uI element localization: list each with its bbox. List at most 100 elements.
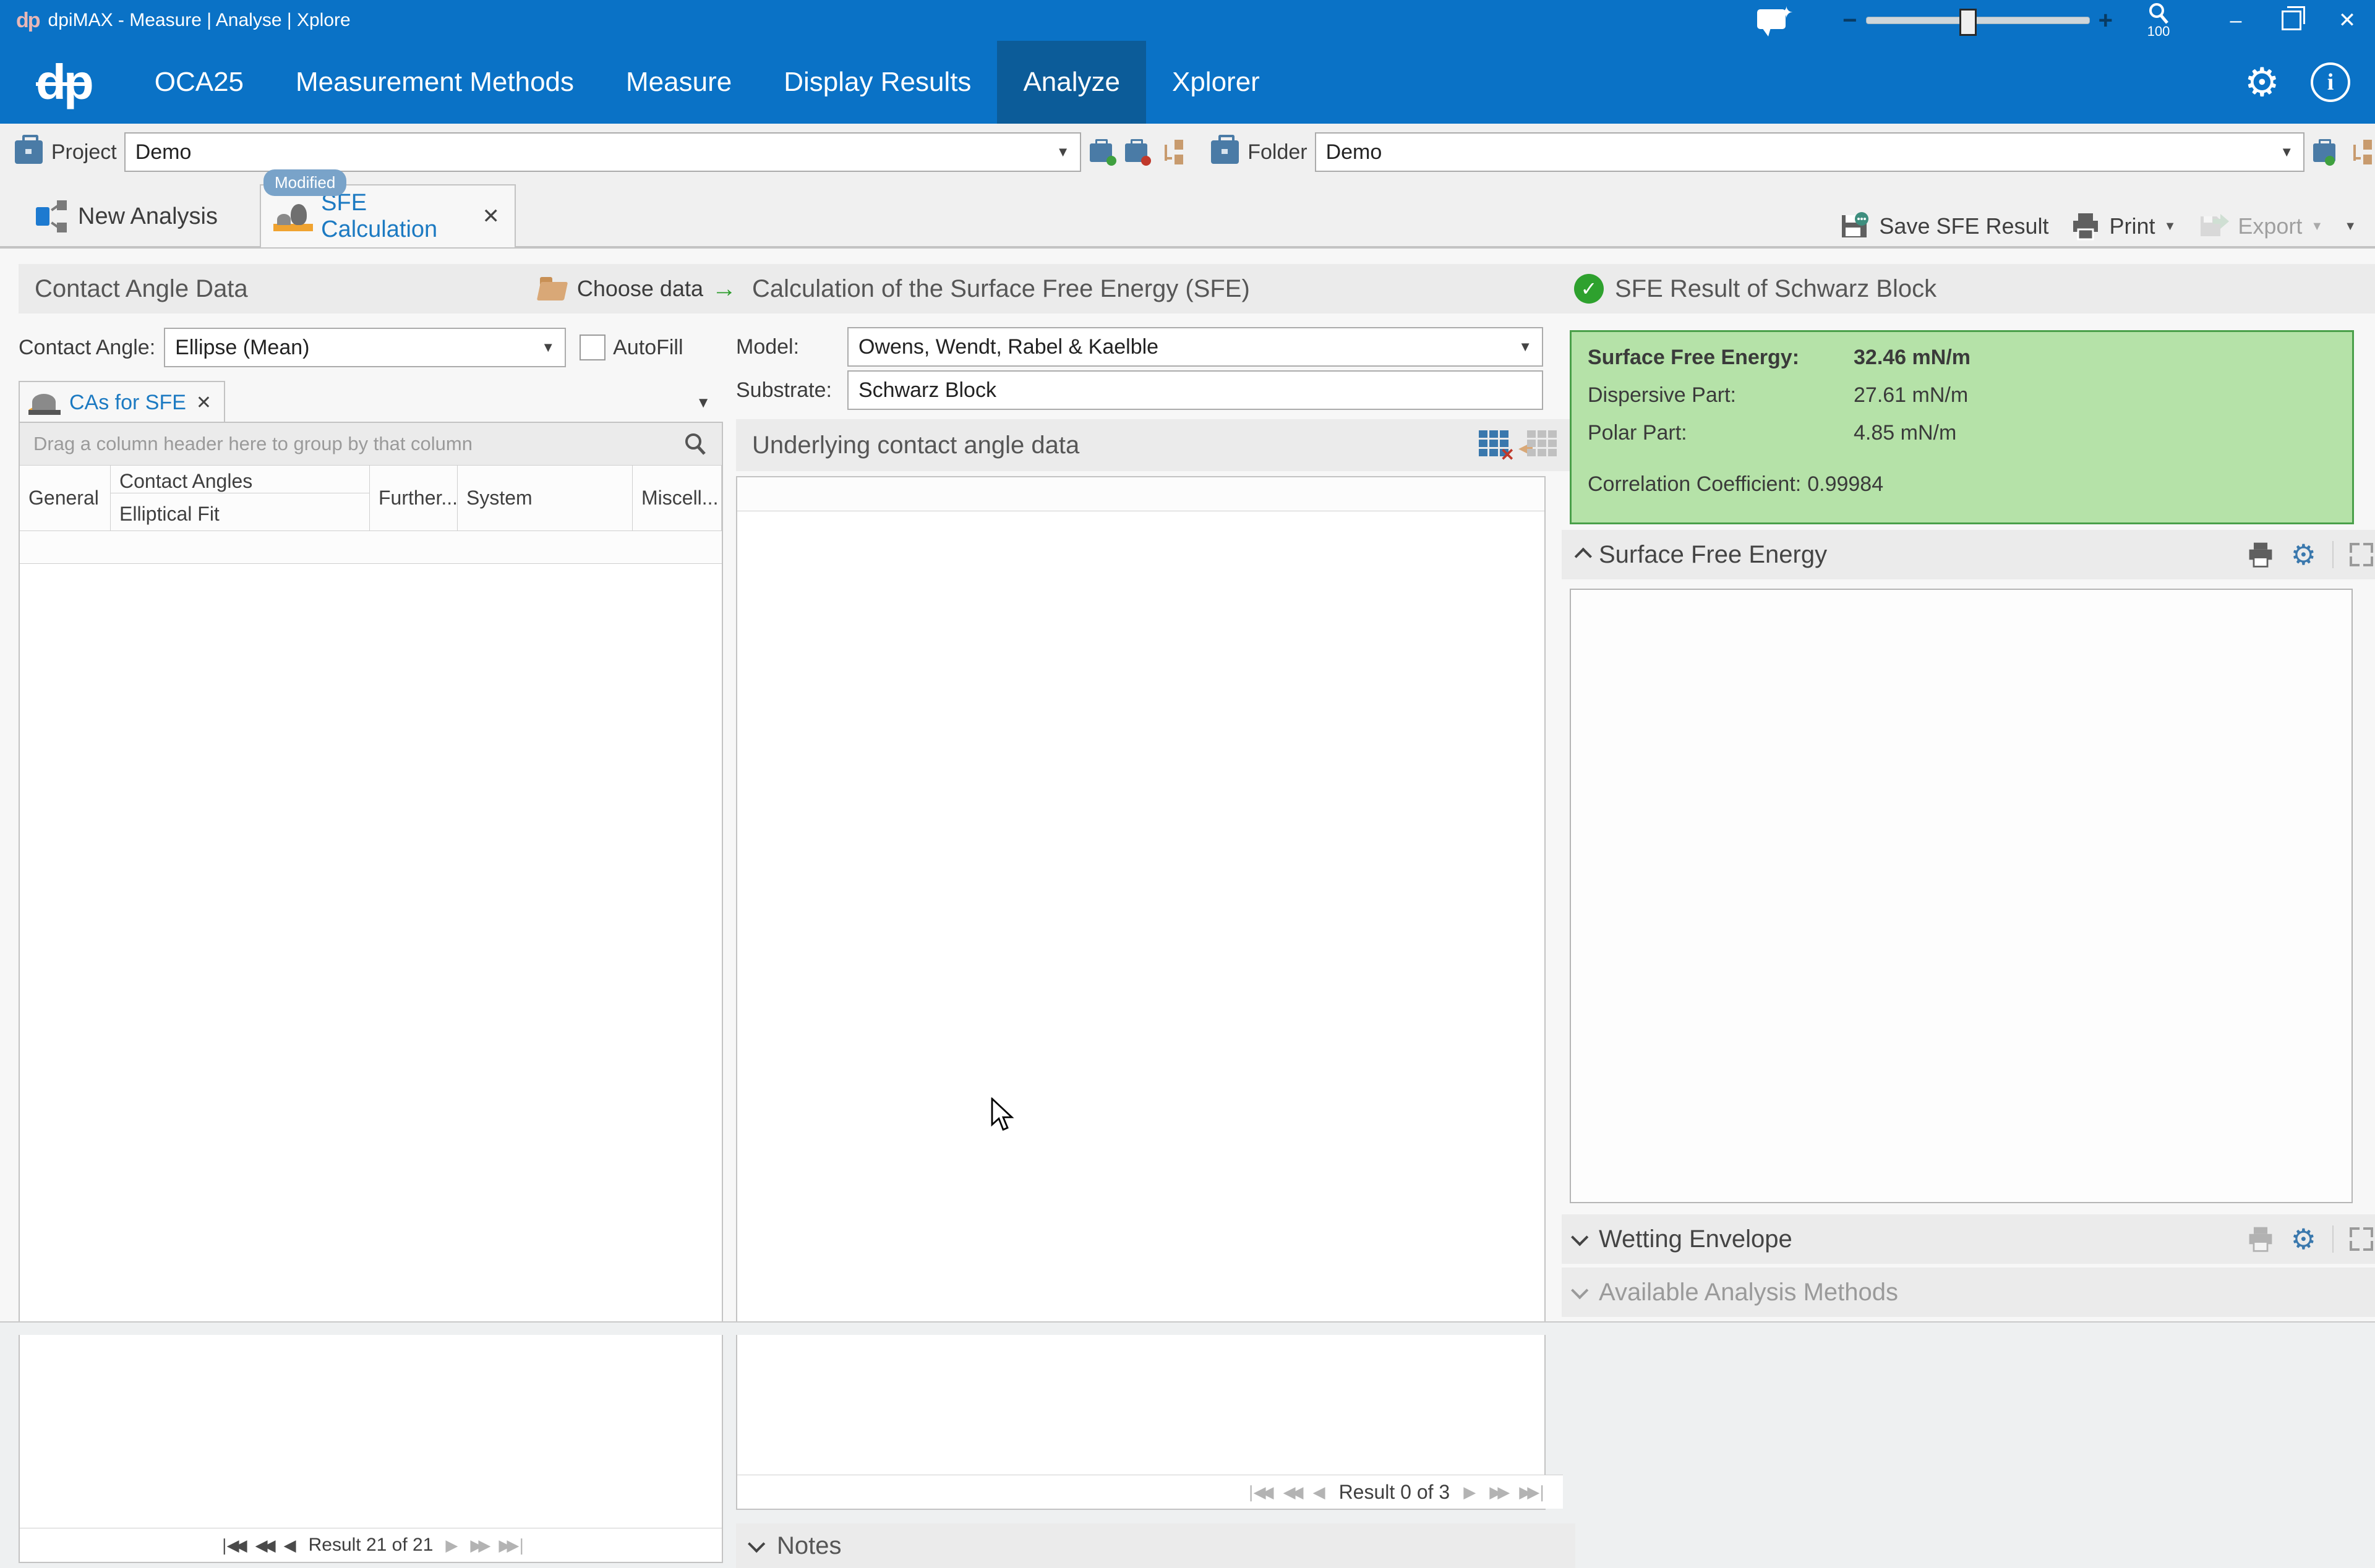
last-page-icon[interactable]: ▶▶❘ xyxy=(1519,1483,1544,1502)
group-misc[interactable]: Miscell... xyxy=(633,466,722,530)
group-by-bar[interactable]: Drag a column header here to group by th… xyxy=(20,423,722,466)
group-contact-angles[interactable]: Contact Angles Elliptical Fit xyxy=(111,466,370,530)
model-combobox[interactable]: Owens, Wendt, Rabel & Kaelble▼ xyxy=(847,327,1543,367)
delete-project-icon[interactable] xyxy=(1125,138,1152,166)
surface-free-energy-section[interactable]: Surface Free Energy ⚙ xyxy=(1562,530,2375,579)
notes-section[interactable]: Notes xyxy=(736,1523,1575,1568)
remove-liquid-icon[interactable]: ✕ xyxy=(1479,430,1511,460)
dispersive-value: 27.61 mN/m xyxy=(1854,383,1968,407)
restore-button[interactable] xyxy=(2264,0,2319,41)
project-combobox[interactable]: Demo▼ xyxy=(124,132,1081,172)
next-page-icon[interactable]: ▶ xyxy=(445,1536,458,1555)
info-icon[interactable]: i xyxy=(2311,62,2350,102)
substrate-input[interactable]: Schwarz Block xyxy=(847,370,1543,410)
nav-item-measure[interactable]: Measure xyxy=(600,41,758,124)
autofill-checkbox[interactable] xyxy=(580,334,606,360)
chevron-up-icon xyxy=(1575,548,1592,565)
group-further[interactable]: Further... xyxy=(370,466,458,530)
liquid-column-headers[interactable] xyxy=(737,477,1544,511)
zoom-level[interactable]: 100 xyxy=(2146,1,2171,40)
prev-fast-icon[interactable]: ◀◀ xyxy=(255,1536,272,1555)
prev-page-icon[interactable]: ◀ xyxy=(284,1536,296,1555)
last-page-icon[interactable]: ▶▶❘ xyxy=(499,1536,524,1555)
group-elliptical-fit-label[interactable]: Elliptical Fit xyxy=(111,503,369,526)
nav-item-display-results[interactable]: Display Results xyxy=(758,41,997,124)
chart-fullscreen-icon[interactable] xyxy=(2350,543,2373,566)
contact-angle-data-title: Contact Angle Data xyxy=(35,275,248,303)
sfe-calculation-title: Calculation of the Surface Free Energy (… xyxy=(752,275,1250,303)
prev-fast-icon[interactable]: ◀◀ xyxy=(1283,1483,1299,1502)
prev-page-icon[interactable]: ◀ xyxy=(1313,1483,1325,1502)
column-group-header[interactable]: General Contact Angles Elliptical Fit Fu… xyxy=(20,466,722,531)
nav-item-measurement-methods[interactable]: Measurement Methods xyxy=(270,41,600,124)
contact-angle-drop-icon xyxy=(28,390,61,415)
zoom-out-button[interactable]: − xyxy=(1842,7,1857,35)
feedback-icon[interactable]: ✦ xyxy=(1757,7,1791,34)
contact-angle-table: Drag a column header here to group by th… xyxy=(19,422,723,1563)
column-header-row[interactable] xyxy=(20,531,722,564)
nav-item-oca25[interactable]: OCA25 xyxy=(129,41,270,124)
next-fast-icon[interactable]: ▶▶ xyxy=(470,1536,486,1555)
nav-item-xplorer[interactable]: Xplorer xyxy=(1146,41,1286,124)
titlebar: dp dpiMAX - Measure | Analyse | Xplore ✦… xyxy=(0,0,2375,41)
sfe-calculation-header: Calculation of the Surface Free Energy (… xyxy=(736,264,1575,313)
wetting-print-icon[interactable] xyxy=(2246,1225,2275,1253)
toolbar-overflow-icon[interactable]: ▼ xyxy=(2344,219,2356,234)
folder-tree-icon[interactable] xyxy=(2348,138,2375,166)
sfe-result-header: ✓ SFE Result of Schwarz Block xyxy=(1562,264,2375,313)
wetting-envelope-section[interactable]: Wetting Envelope ⚙ xyxy=(1562,1214,2375,1264)
project-tree-icon[interactable] xyxy=(1160,138,1186,166)
save-icon xyxy=(1838,210,1870,242)
tab-close-icon[interactable]: ✕ xyxy=(482,204,500,229)
search-icon[interactable] xyxy=(682,431,708,457)
middle-pagination-label: Result 0 of 3 xyxy=(1339,1481,1450,1504)
new-analysis-icon xyxy=(36,200,68,232)
print-dropdown-icon[interactable]: ▼ xyxy=(2164,219,2176,234)
choose-data-button[interactable]: Choose data → xyxy=(539,275,737,303)
chart-print-icon[interactable] xyxy=(2246,540,2275,569)
close-button[interactable]: ✕ xyxy=(2319,0,2375,41)
analysis-content: Contact Angle Data Choose data → Contact… xyxy=(0,247,2375,1321)
wetting-fullscreen-icon[interactable] xyxy=(2350,1227,2373,1251)
sfe-result-title: SFE Result of Schwarz Block xyxy=(1615,275,1936,303)
chart-settings-icon[interactable]: ⚙ xyxy=(2291,538,2316,571)
nav-item-analyze[interactable]: Analyze xyxy=(997,41,1146,124)
folder-sync-icon[interactable] xyxy=(2313,138,2340,166)
wetting-settings-icon[interactable]: ⚙ xyxy=(2291,1222,2316,1256)
tab-new-analysis[interactable]: New Analysis xyxy=(25,185,260,247)
settings-gear-icon[interactable]: ⚙ xyxy=(2244,59,2280,106)
next-fast-icon[interactable]: ▶▶ xyxy=(1489,1483,1505,1502)
zoom-in-button[interactable]: + xyxy=(2099,7,2113,35)
folder-value: Demo xyxy=(1326,140,1382,164)
next-page-icon[interactable]: ▶ xyxy=(1463,1483,1476,1502)
project-folder-bar: Project Demo▼ Folder Demo▼ xyxy=(0,124,2375,181)
correlation-label: Correlation Coefficient: xyxy=(1588,472,1801,496)
export-button[interactable]: Export ▼ xyxy=(2197,210,2323,242)
zoom-slider[interactable] xyxy=(1866,17,2090,24)
available-methods-title: Available Analysis Methods xyxy=(1599,1279,1898,1306)
tab-cas-for-sfe[interactable]: CAs for SFE ✕ xyxy=(19,381,225,423)
cas-tab-close-icon[interactable]: ✕ xyxy=(196,392,212,414)
available-methods-section[interactable]: Available Analysis Methods xyxy=(1562,1268,2375,1317)
save-sfe-result-button[interactable]: Save SFE Result xyxy=(1838,210,2048,242)
print-icon xyxy=(2070,211,2101,242)
minimize-button[interactable]: – xyxy=(2208,0,2264,41)
export-icon xyxy=(2197,210,2229,242)
model-row: Model: Owens, Wendt, Rabel & Kaelble▼ xyxy=(736,328,1543,366)
group-general[interactable]: General xyxy=(20,466,111,530)
contact-angle-row: Contact Angle: Ellipse (Mean)▼ AutoFill xyxy=(19,328,721,367)
group-system[interactable]: System xyxy=(458,466,633,530)
insert-liquid-icon[interactable]: ◀ xyxy=(1527,430,1559,460)
project-icon xyxy=(15,140,43,164)
group-contact-angles-label[interactable]: Contact Angles xyxy=(111,470,369,493)
first-page-icon[interactable]: ❘◀◀ xyxy=(1244,1483,1270,1502)
contact-angle-combobox[interactable]: Ellipse (Mean)▼ xyxy=(164,328,566,367)
tab-sfe-calculation[interactable]: Modified SFE Calculation ✕ xyxy=(260,184,516,247)
print-button[interactable]: Print ▼ xyxy=(2070,211,2176,242)
first-page-icon[interactable]: ❘◀◀ xyxy=(218,1536,243,1555)
substrate-value: Schwarz Block xyxy=(858,378,996,403)
folder-combobox[interactable]: Demo▼ xyxy=(1315,132,2305,172)
tab-list-dropdown-icon[interactable]: ▼ xyxy=(696,394,711,412)
zoom-slider-thumb[interactable] xyxy=(1959,9,1977,36)
add-project-icon[interactable] xyxy=(1090,138,1116,166)
